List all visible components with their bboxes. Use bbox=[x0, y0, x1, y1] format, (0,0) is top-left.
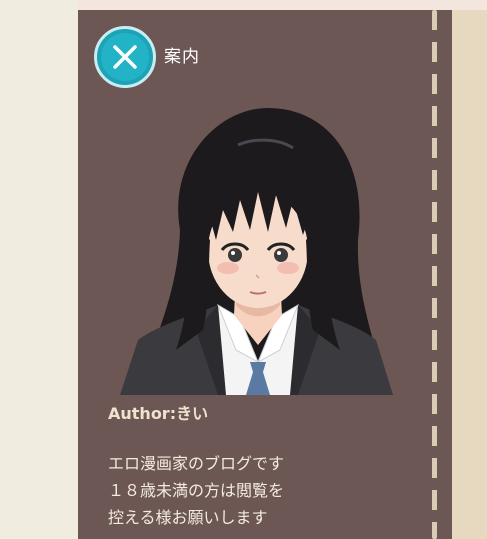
avatar bbox=[120, 108, 393, 395]
dashed-divider bbox=[432, 10, 437, 539]
close-icon bbox=[113, 45, 137, 69]
top-strip bbox=[78, 0, 487, 10]
close-button[interactable] bbox=[94, 26, 156, 88]
nav-title: 案内 bbox=[164, 47, 200, 67]
description-line: エロ漫画家のブログです bbox=[108, 454, 285, 473]
right-background bbox=[452, 10, 487, 539]
description-line: １８歳未満の方は閲覧を bbox=[108, 481, 285, 500]
side-panel: 案内 Author:きい エロ漫画家のブログです １８歳未満の方は閲覧を 控える… bbox=[78, 10, 452, 539]
description-line: 控える様お願いします bbox=[108, 508, 268, 527]
author-name: Author:きい bbox=[108, 404, 209, 423]
blog-description: エロ漫画家のブログです １８歳未満の方は閲覧を 控える様お願いします bbox=[108, 450, 284, 531]
